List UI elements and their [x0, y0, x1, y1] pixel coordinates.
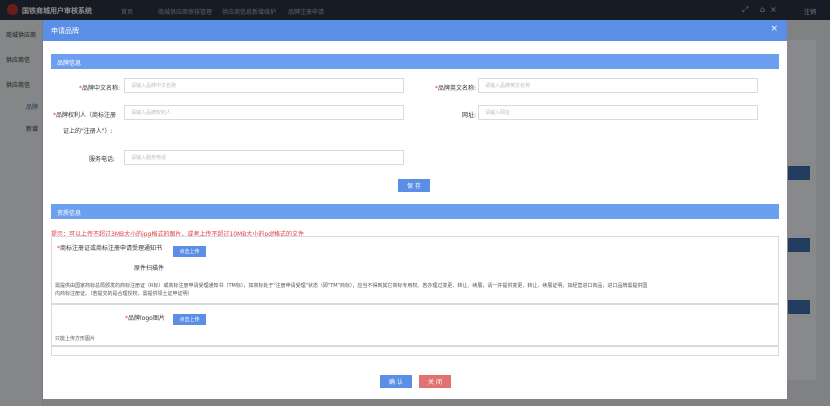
cert-description-line1: 需提供由国家商标总局颁发的商标注册证（R标）或商标注册申请受理通知书（TM标），…	[55, 283, 648, 289]
brand-cn-name-input[interactable]	[124, 78, 404, 93]
owner-label-line2: 证上的"注册人"）:	[63, 128, 113, 135]
logo-upload-button[interactable]: 点击上传	[173, 314, 206, 325]
close-icon[interactable]: ×	[770, 24, 778, 34]
cert-label-text: 商标注册证或商标注册申请受理通知书	[60, 245, 163, 252]
cert-label: *商标注册证或商标注册申请受理通知书	[57, 243, 162, 252]
section-title: 品牌信息	[57, 60, 82, 67]
logo-hint: 只能上传方形图片	[55, 336, 96, 342]
cn-name-label: *品牌中文名称:	[57, 83, 120, 92]
confirm-button[interactable]: 确 认	[380, 375, 412, 388]
brand-en-name-input[interactable]	[478, 78, 758, 93]
owner-label: *品牌权利人（商标注册	[53, 110, 132, 119]
cn-name-label-text: 品牌中文名称:	[81, 85, 120, 92]
logo-label-text: 品牌logo图片	[128, 315, 165, 322]
apply-brand-dialog: 申请品牌 × 品牌信息 *品牌中文名称: *品牌英文名称: *品牌权利人（商标注…	[43, 20, 787, 399]
en-name-label-text: 品牌英文名称:	[437, 85, 476, 92]
cert-description-line2: 内商标注册证。（若提交的是合理授权，需提供领土证申证明）	[55, 291, 193, 297]
qualification-section-bar: 资质信息	[51, 204, 779, 219]
section-title: 资质信息	[57, 210, 82, 217]
empty-row-box	[51, 346, 779, 356]
en-name-label: *品牌英文名称:	[413, 83, 476, 92]
dialog-header: 申请品牌 ×	[43, 20, 787, 41]
brand-info-section-bar: 品牌信息	[51, 54, 779, 69]
website-label: 网址:	[461, 112, 476, 119]
logo-label: *品牌logo图片	[125, 313, 165, 322]
website-input[interactable]	[478, 105, 758, 120]
save-button[interactable]: 保 存	[398, 179, 430, 192]
brand-owner-input[interactable]	[124, 105, 404, 120]
service-phone-input[interactable]	[124, 150, 404, 165]
dialog-title: 申请品牌	[51, 27, 79, 35]
phone-label: 服务电话:	[88, 156, 115, 163]
cert-upload-button[interactable]: 点击上传	[173, 246, 206, 257]
close-button[interactable]: 关 闭	[419, 375, 451, 388]
owner-label-line1: 品牌权利人（商标注册	[56, 112, 117, 119]
cert-sublabel: 原件扫描件	[134, 265, 165, 272]
